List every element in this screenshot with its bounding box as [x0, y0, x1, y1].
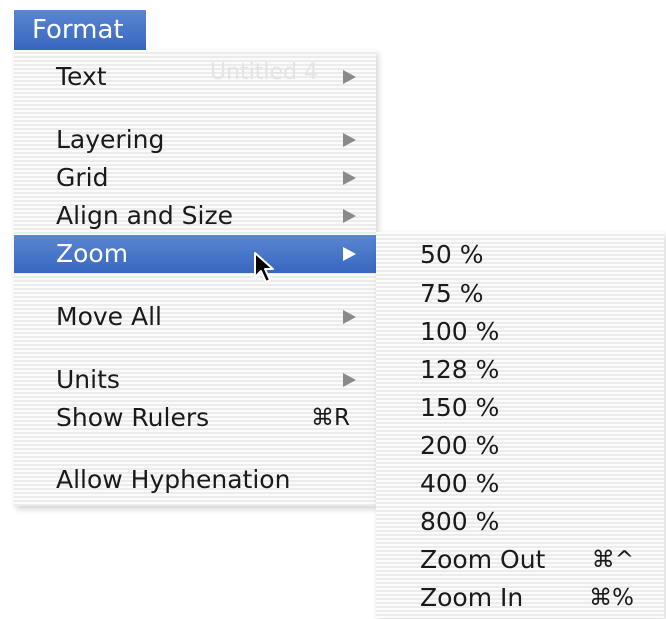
menu-item-label: Units — [56, 365, 120, 394]
zoom-in-item[interactable]: Zoom In ⌘% — [376, 579, 664, 617]
menu-item-label: 150 % — [420, 393, 500, 422]
submenu-arrow-icon — [343, 373, 356, 387]
menu-item-zoom[interactable]: Zoom — [14, 235, 376, 273]
menu-item-layering[interactable]: Layering — [14, 121, 376, 159]
submenu-arrow-icon — [343, 70, 356, 84]
submenu-arrow-icon — [343, 310, 356, 324]
submenu-arrow-icon — [343, 209, 356, 223]
menu-item-show-rulers[interactable]: Show Rulers ⌘R — [14, 399, 376, 437]
mouse-pointer-icon — [254, 252, 274, 283]
zoom-submenu: 50 % 75 % 100 % 128 % 150 % 200 % 400 % … — [376, 232, 664, 618]
menu-item-label: 75 % — [420, 279, 484, 308]
menu-item-label: 100 % — [420, 317, 500, 346]
menu-item-align-and-size[interactable]: Align and Size — [14, 197, 376, 235]
keyboard-shortcut: ⌘% — [589, 585, 634, 611]
menu-item-label: 800 % — [420, 507, 500, 536]
menu-item-move-all[interactable]: Move All — [14, 298, 376, 336]
submenu-arrow-icon — [343, 171, 356, 185]
zoom-option-150[interactable]: 150 % — [376, 389, 664, 427]
format-menu-title[interactable]: Format — [14, 10, 146, 50]
menu-item-allow-hyphenation[interactable]: Allow Hyphenation — [14, 461, 376, 499]
format-menu: Untitled 4 Text Layering Grid Align and … — [14, 50, 376, 506]
screen: Format Untitled 4 Text Layering Grid Ali… — [0, 0, 666, 619]
menu-item-units[interactable]: Units — [14, 361, 376, 399]
menu-item-label: Layering — [56, 125, 165, 154]
menu-item-label: 128 % — [420, 355, 500, 384]
keyboard-shortcut: ⌘R — [311, 405, 350, 431]
submenu-arrow-icon — [343, 133, 356, 147]
zoom-option-100[interactable]: 100 % — [376, 313, 664, 351]
menu-item-text[interactable]: Text — [14, 58, 376, 96]
menu-item-label: Align and Size — [56, 201, 233, 230]
menu-item-grid[interactable]: Grid — [14, 159, 376, 197]
menu-item-label: Move All — [56, 302, 162, 331]
keyboard-shortcut: ⌘^ — [591, 547, 634, 573]
menu-item-label: Zoom Out — [420, 545, 546, 574]
zoom-option-800[interactable]: 800 % — [376, 503, 664, 541]
zoom-option-400[interactable]: 400 % — [376, 465, 664, 503]
menu-item-label: Show Rulers — [56, 403, 210, 432]
zoom-out-item[interactable]: Zoom Out ⌘^ — [376, 541, 664, 579]
zoom-option-128[interactable]: 128 % — [376, 351, 664, 389]
menu-item-label: 50 % — [420, 240, 484, 269]
zoom-option-75[interactable]: 75 % — [376, 275, 664, 313]
submenu-arrow-icon — [343, 247, 356, 261]
menu-item-label: 400 % — [420, 469, 500, 498]
menu-item-label: Text — [56, 62, 107, 91]
menu-item-label: Grid — [56, 163, 109, 192]
menu-item-label: Allow Hyphenation — [56, 465, 291, 494]
zoom-option-200[interactable]: 200 % — [376, 427, 664, 465]
menu-item-label: Zoom In — [420, 583, 524, 612]
menu-item-label: Zoom — [56, 239, 129, 268]
menu-item-label: 200 % — [420, 431, 500, 460]
zoom-option-50[interactable]: 50 % — [376, 236, 664, 274]
